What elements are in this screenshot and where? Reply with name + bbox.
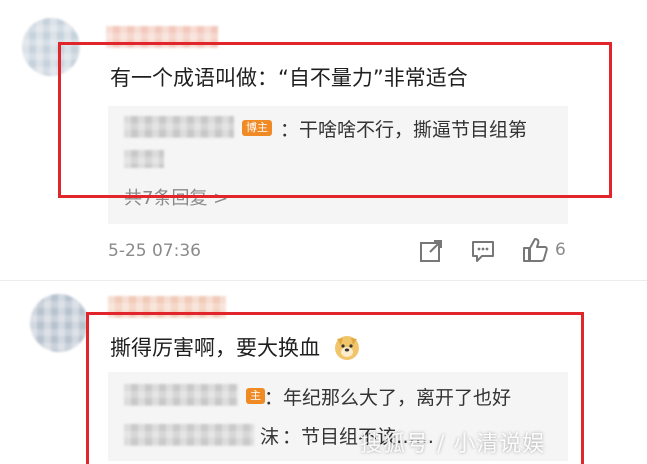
watermark: 搜狐号 / 小清说娱 <box>360 432 546 457</box>
avatar[interactable] <box>30 294 88 352</box>
comment-timestamp: 5-25 07:36 <box>108 241 201 261</box>
comment-icon[interactable] <box>470 238 496 264</box>
highlight-frame <box>58 42 612 198</box>
like-button[interactable]: 6 <box>521 236 566 264</box>
divider <box>0 280 647 281</box>
like-count: 6 <box>555 240 566 260</box>
share-icon[interactable] <box>418 238 444 264</box>
thumbs-up-icon <box>523 238 548 262</box>
